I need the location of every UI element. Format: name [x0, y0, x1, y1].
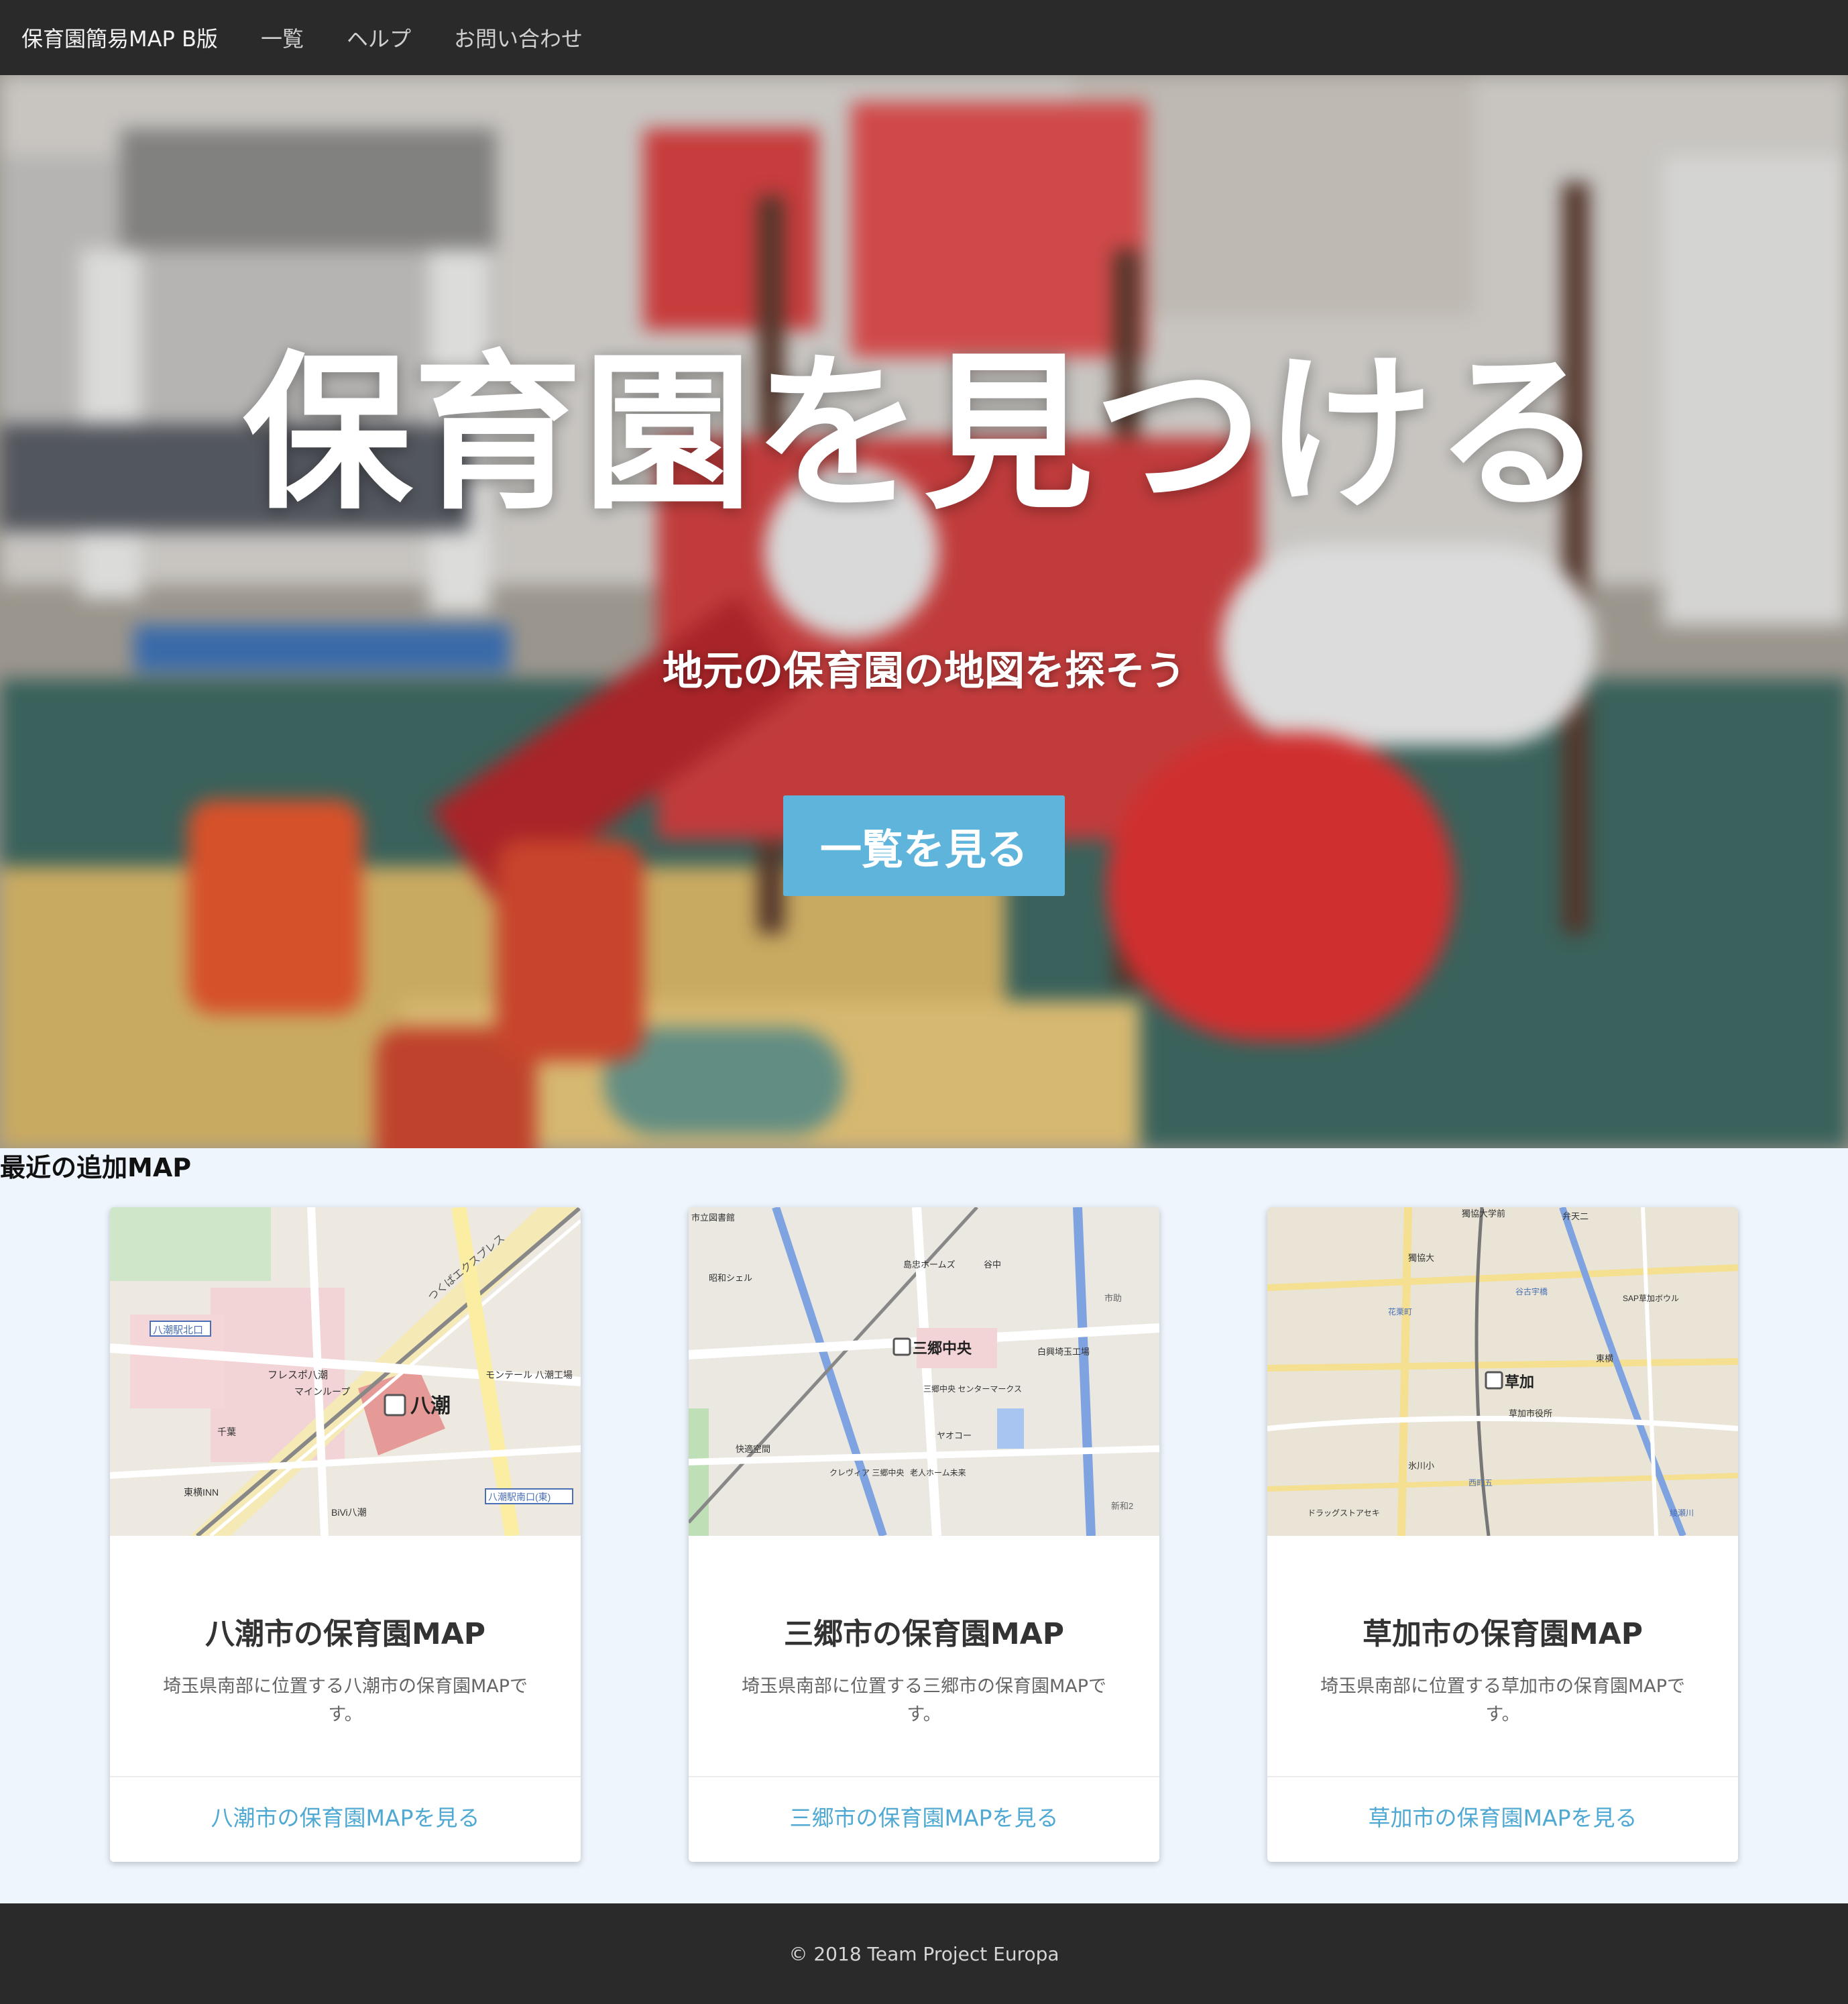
map-station-label: 八潮 — [410, 1394, 451, 1418]
card-description: 埼玉県南部に位置する草加市の保育園MAPです。 — [1320, 1676, 1686, 1725]
map-label: ヤオコー — [937, 1431, 972, 1441]
view-list-button[interactable]: 一覧を見る — [783, 795, 1065, 896]
hero-overlay — [0, 75, 1848, 1148]
map-label: 氷川小 — [1408, 1461, 1434, 1471]
map-label: 獨協大学前 — [1462, 1209, 1505, 1219]
map-station-label: 草加 — [1505, 1374, 1534, 1391]
map-label: フレスポ八潮 — [268, 1370, 328, 1381]
map-label: 快適空間 — [736, 1444, 770, 1454]
map-label: 白興埼玉工場 — [1037, 1347, 1090, 1357]
card-divider — [110, 1776, 581, 1777]
hero-subtitle: 地元の保育園の地図を探そう — [662, 648, 1186, 695]
map-label: モンテール 八潮工場 — [485, 1370, 573, 1380]
map-station-label: 三郷中央 — [913, 1340, 972, 1357]
navbar: 保育園簡易MAP Β版 一覧 ヘルプ お問い合わせ — [0, 0, 1848, 75]
hero-section: 保育園を見つける 地元の保育園の地図を探そう 一覧を見る — [0, 75, 1848, 1148]
map-label: 八潮駅北口 — [153, 1325, 203, 1336]
card-link-yashio[interactable]: 八潮市の保育園MAPを見る — [110, 1800, 581, 1832]
map-image-soka: 獨協大学前 獨協大 弁天二 SAP草加ボウル 東横 草加市役所 氷川小 西町五 … — [1267, 1207, 1738, 1536]
nav-link-contact[interactable]: お問い合わせ — [454, 22, 583, 53]
card-divider — [1267, 1776, 1738, 1777]
map-card-soka: 獨協大学前 獨協大 弁天二 SAP草加ボウル 東横 草加市役所 氷川小 西町五 … — [1267, 1207, 1738, 1862]
card-divider — [689, 1776, 1159, 1777]
map-label: 東横 — [1596, 1353, 1613, 1363]
map-label: 三郷中央 センターマークス — [923, 1384, 1022, 1394]
map-label: 市助 — [1104, 1293, 1122, 1303]
map-label: 獨協大 — [1408, 1253, 1434, 1263]
map-label: 谷中 — [984, 1260, 1001, 1270]
map-label: 谷古宇橋 — [1515, 1286, 1548, 1296]
card-description: 埼玉県南部に位置する八潮市の保育園MAPです。 — [162, 1676, 528, 1725]
nav-link-list[interactable]: 一覧 — [261, 22, 304, 53]
map-image-misato: 市立図書館 島忠ホームズ 昭和シェル 谷中 白興埼玉工場 三郷中央 センターマー… — [689, 1207, 1159, 1536]
map-thumbnail-yashio[interactable]: 八潮駅北口 フレスポ八潮 マインループ 千葉 モンテール 八潮工場 東横INN … — [110, 1207, 581, 1536]
map-label: 花栗町 — [1388, 1306, 1412, 1317]
map-label: 市立図書館 — [691, 1213, 735, 1223]
map-label: 八潮駅南口(東) — [488, 1492, 551, 1502]
nav-brand[interactable]: 保育園簡易MAP Β版 — [21, 22, 218, 53]
map-label: 綾瀬川 — [1670, 1508, 1694, 1518]
map-label: 草加市役所 — [1509, 1408, 1552, 1418]
hero-title: 保育園を見つける — [242, 336, 1605, 533]
map-label: 島忠ホームズ — [903, 1260, 956, 1270]
map-label: 弁天二 — [1562, 1211, 1589, 1221]
map-thumbnail-misato[interactable]: 市立図書館 島忠ホームズ 昭和シェル 谷中 白興埼玉工場 三郷中央 センターマー… — [689, 1207, 1159, 1536]
card-description: 埼玉県南部に位置する三郷市の保育園MAPです。 — [741, 1676, 1107, 1725]
map-label: マインループ — [294, 1386, 350, 1397]
map-label: 老人ホーム未来 — [910, 1468, 966, 1478]
footer-copyright: © 2018 Team Project Europa — [789, 1942, 1059, 1965]
map-card-misato: 市立図書館 島忠ホームズ 昭和シェル 谷中 白興埼玉工場 三郷中央 センターマー… — [689, 1207, 1159, 1862]
map-label: ドラッグストアセキ — [1308, 1508, 1380, 1518]
card-title: 三郷市の保育園MAP — [783, 1617, 1065, 1651]
card-link-misato[interactable]: 三郷市の保育園MAPを見る — [689, 1800, 1159, 1832]
map-image-yashio: 八潮駅北口 フレスポ八潮 マインループ 千葉 モンテール 八潮工場 東横INN … — [110, 1207, 581, 1536]
map-thumbnail-soka[interactable]: 獨協大学前 獨協大 弁天二 SAP草加ボウル 東横 草加市役所 氷川小 西町五 … — [1267, 1207, 1738, 1536]
map-label: 新和2 — [1111, 1501, 1133, 1511]
map-card-yashio: 八潮駅北口 フレスポ八潮 マインループ 千葉 モンテール 八潮工場 東横INN … — [110, 1207, 581, 1862]
card-link-soka[interactable]: 草加市の保育園MAPを見る — [1267, 1800, 1738, 1832]
footer: © 2018 Team Project Europa — [0, 1903, 1848, 2004]
map-label: 千葉 — [217, 1427, 236, 1437]
recent-maps-heading: 最近の追加MAP — [0, 1153, 192, 1182]
map-label: BiVi八潮 — [331, 1507, 367, 1518]
map-label: SAP草加ボウル — [1623, 1294, 1679, 1303]
map-label: クレヴィア 三郷中央 — [829, 1467, 904, 1478]
map-label: 東横INN — [184, 1487, 219, 1498]
map-label: 昭和シェル — [709, 1273, 752, 1283]
map-label: 西町五 — [1468, 1478, 1493, 1488]
card-title: 八潮市の保育園MAP — [205, 1617, 486, 1651]
nav-link-help[interactable]: ヘルプ — [347, 22, 411, 53]
card-title: 草加市の保育園MAP — [1362, 1617, 1643, 1651]
